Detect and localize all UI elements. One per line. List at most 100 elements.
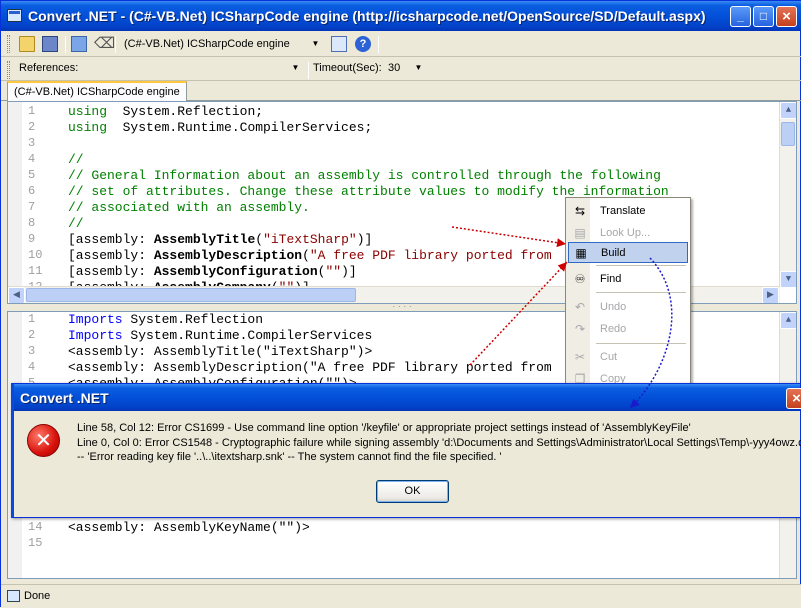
menu-item-label: Redo — [600, 323, 627, 335]
context-menu: ⇆ Translate ▤ Look Up... ▦ Build ♾ Find ↶ Undo ↷ Re… — [565, 197, 691, 387]
menu-item-cut[interactable]: ✂ Cut — [568, 347, 688, 368]
code-text: // — [68, 216, 84, 231]
code-text: <assembly: AssemblyKeyName("")> — [68, 520, 310, 535]
redo-icon: ↷ — [574, 322, 586, 336]
line-number: 7 — [28, 200, 36, 214]
menu-separator — [596, 343, 686, 344]
chevron-down-icon[interactable]: ▼ — [411, 60, 426, 76]
app-icon — [7, 9, 22, 22]
line-number: 11 — [28, 264, 43, 278]
scroll-left-button[interactable]: ◀ — [8, 287, 25, 303]
menu-item-label: Translate — [600, 205, 646, 217]
chevron-down-icon[interactable]: ▼ — [308, 36, 323, 52]
open-folder-icon[interactable] — [19, 36, 35, 52]
error-icon: ✕ — [27, 424, 60, 457]
engine-select[interactable]: (C#-VB.Net) ICSharpCode engine ▼ — [119, 34, 325, 54]
references-label: References: — [19, 62, 79, 74]
code-text: // associated with an assembly. — [68, 200, 310, 215]
engine-select-value: (C#-VB.Net) ICSharpCode engine — [124, 38, 290, 50]
convert-icon[interactable] — [71, 36, 87, 52]
menu-item-redo[interactable]: ↷ Redo — [568, 319, 688, 340]
menu-item-label: Cut — [600, 351, 618, 363]
line-number: 8 — [28, 216, 36, 230]
scroll-up-button[interactable]: ▲ — [780, 312, 796, 329]
dialog-title-bar[interactable]: Convert .NET — [14, 384, 800, 411]
error-message-line: -- 'Error reading key file '..\..\itexts… — [77, 451, 502, 463]
line-number: 4 — [28, 152, 36, 166]
maximize-button[interactable]: □ — [753, 6, 774, 27]
error-message-line: Line 58, Col 12: Error CS1699 - Use comm… — [77, 422, 691, 434]
scroll-down-button[interactable]: ▼ — [780, 271, 796, 288]
translate-icon: ⇆ — [574, 204, 586, 218]
tab-strip: (C#-VB.Net) ICSharpCode engine — [1, 81, 801, 102]
scroll-thumb[interactable] — [26, 288, 356, 302]
line-number: 2 — [28, 328, 36, 342]
code-text: Imports System.Reflection — [68, 312, 264, 327]
menu-item-undo[interactable]: ↶ Undo — [568, 297, 688, 318]
code-text: using System.Reflection; — [68, 104, 264, 119]
window-title: Convert .NET - (C#-VB.Net) ICSharpCode e… — [28, 8, 706, 24]
status-bar: Done — [1, 584, 801, 608]
toolbar-grip[interactable] — [7, 35, 10, 53]
line-number: 6 — [28, 184, 36, 198]
editor-gutter — [8, 102, 22, 303]
line-number: 15 — [28, 536, 43, 550]
lookup-icon: ▤ — [574, 226, 586, 240]
code-text: using System.Runtime.CompilerServices; — [68, 120, 373, 135]
edit-icon[interactable] — [331, 36, 347, 52]
error-dialog: Convert .NET × ✕ Line 58, Col 12: Error … — [11, 383, 801, 518]
code-text: Imports System.Runtime.CompilerServices — [68, 328, 373, 343]
scroll-thumb[interactable] — [781, 122, 795, 146]
undo-icon: ↶ — [574, 300, 586, 314]
vertical-scrollbar[interactable]: ▲ ▼ — [779, 102, 796, 288]
line-number: 1 — [28, 104, 36, 118]
menu-separator — [596, 292, 686, 293]
timeout-select[interactable]: 30 ▼ — [383, 58, 428, 78]
main-toolbar: ⌫ (C#-VB.Net) ICSharpCode engine ▼ ? — [1, 31, 801, 57]
toolbar-separator — [115, 36, 116, 53]
menu-item-label: Undo — [600, 301, 627, 313]
close-button[interactable]: × — [776, 6, 797, 27]
line-number: 2 — [28, 120, 36, 134]
timeout-value: 30 — [388, 62, 401, 74]
binoculars-icon: ♾ — [574, 272, 586, 286]
menu-separator — [596, 265, 686, 266]
menu-item-translate[interactable]: ⇆ Translate — [568, 201, 688, 222]
line-number: 3 — [28, 344, 36, 358]
toolbar-grip[interactable] — [7, 61, 10, 79]
timeout-label: Timeout(Sec): — [313, 62, 382, 74]
options-toolbar: References: ▼ Timeout(Sec): 30 ▼ — [1, 57, 801, 81]
menu-item-find[interactable]: ♾ Find — [568, 269, 688, 290]
status-text: Done — [24, 590, 51, 602]
scissors-icon: ✂ — [574, 350, 586, 364]
eraser-icon[interactable]: ⌫ — [94, 36, 115, 52]
app-icon — [7, 590, 20, 602]
menu-item-lookup[interactable]: ▤ Look Up... — [568, 223, 688, 244]
title-bar[interactable]: Convert .NET - (C#-VB.Net) ICSharpCode e… — [1, 1, 801, 31]
line-number: 10 — [28, 248, 43, 262]
code-text: <assembly: AssemblyDescription("A free P… — [68, 360, 552, 375]
dialog-title: Convert .NET — [20, 390, 109, 406]
references-select[interactable]: ▼ — [86, 58, 305, 78]
code-text: // — [68, 152, 84, 167]
save-icon[interactable] — [42, 36, 58, 52]
code-text: <assembly: AssemblyTitle("iTextSharp")> — [68, 344, 373, 359]
menu-item-label: Find — [600, 273, 622, 285]
close-button[interactable]: × — [786, 388, 801, 409]
ok-button[interactable]: OK — [376, 480, 449, 503]
scroll-up-button[interactable]: ▲ — [780, 102, 796, 119]
help-icon[interactable]: ? — [355, 36, 371, 52]
minimize-button[interactable]: _ — [730, 6, 751, 27]
build-icon: ▦ — [575, 246, 587, 260]
chevron-down-icon[interactable]: ▼ — [288, 60, 303, 76]
code-text: [assembly: AssemblyConfiguration("")] — [68, 264, 357, 279]
toolbar-separator — [378, 36, 379, 53]
line-number: 5 — [28, 168, 36, 182]
menu-item-build[interactable]: ▦ Build — [568, 242, 688, 263]
scroll-right-button[interactable]: ▶ — [762, 287, 779, 303]
tab-csharp-vb[interactable]: (C#-VB.Net) ICSharpCode engine — [7, 81, 187, 102]
code-text: // General Information about an assembly… — [68, 168, 661, 183]
line-number: 9 — [28, 232, 36, 246]
code-text: [assembly: AssemblyTitle("iTextSharp")] — [68, 232, 373, 247]
toolbar-separator — [308, 62, 309, 79]
